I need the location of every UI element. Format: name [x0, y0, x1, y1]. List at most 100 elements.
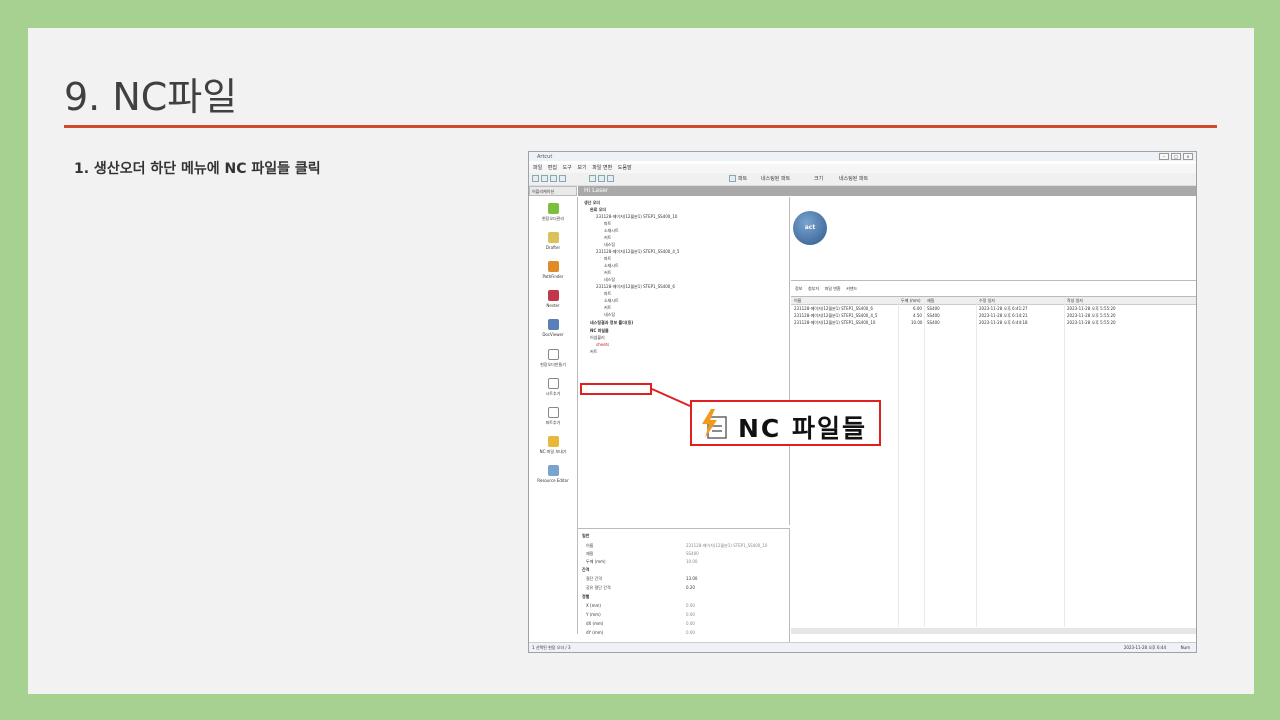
nav-label: Nester [546, 303, 560, 308]
nav-label: 현장오더만들기 [540, 362, 566, 367]
nc-files-callout: NC 파일들 [690, 400, 881, 446]
maximize-button[interactable]: □ [1171, 153, 1181, 160]
menu-view[interactable]: 보기 [577, 165, 586, 171]
drafter-icon [547, 232, 559, 243]
cell-created: 2023-11-28 오후 5:55:20 [1067, 306, 1116, 311]
status-bar: 1 선택된 현장 오더 / 3 2023-11-28 오후 6:44 Num [529, 642, 1196, 652]
property-grid: 일반 이름 231128-메이저(12월분1) STEP1_SS400_10 재질… [578, 528, 790, 645]
toolbar-nested2-label[interactable]: 네스팅된 파트 [839, 175, 868, 182]
col-thickness[interactable]: 두께 (mm) [901, 298, 921, 304]
prop-section: 간격 [582, 567, 590, 572]
prop-key: dY (mm) [586, 630, 604, 635]
cell-modified: 2023-11-28 오후 6:41:27 [979, 306, 1028, 311]
tree-item[interactable]: 231128-메이저(12월분1) STEP1_SS400_10 [596, 214, 677, 220]
print-icon[interactable] [559, 175, 566, 182]
menu-file[interactable]: 파일 [533, 165, 542, 171]
tree-item[interactable]: 네스팅 [604, 312, 615, 318]
tree-item[interactable]: 파트 [604, 256, 611, 262]
tree-item[interactable]: 커트 [604, 235, 611, 241]
menu-convert[interactable]: 파일 변환 [592, 165, 612, 171]
cell-created: 2023-11-28 오후 5:55:20 [1067, 313, 1116, 318]
tab-command[interactable]: 커맨드 [846, 286, 857, 291]
nav-label: NC 파일 보내기 [539, 449, 567, 454]
cell-modified: 2023-11-28 오후 6:14:21 [979, 313, 1028, 318]
tab-attach[interactable]: 첨부자 [808, 286, 819, 291]
minimize-button[interactable]: – [1159, 153, 1169, 160]
tree-item[interactable]: 생산 오더 [584, 200, 600, 206]
nav-label: Resource Editor [537, 478, 569, 483]
nav-label: PathFinder [542, 274, 564, 279]
tree-item[interactable]: 커트 [604, 305, 611, 311]
tree-item[interactable]: 네스팅결과 정보 폴더(등) [590, 320, 633, 326]
tree-item[interactable]: 커트 [604, 270, 611, 276]
nc-files-highlight-box [580, 383, 652, 395]
grid-icon[interactable] [598, 175, 605, 182]
prop-row: 절단 간격 13.00 [582, 576, 789, 584]
cell-material: SS400 [927, 313, 940, 318]
table-row[interactable]: 231128-메이저(12월분1) STEP1_SS400_6 6.00 SS4… [791, 306, 1196, 312]
document-icon [547, 378, 559, 389]
table-row[interactable]: 231128-메이저(12월분1) STEP1_SS400_4_5 4.50 S… [791, 313, 1196, 319]
tree-item[interactable]: 파트 [604, 291, 611, 297]
layout-icon[interactable] [589, 175, 596, 182]
tree-item[interactable]: 파트 [604, 221, 611, 227]
nav-pathfinder[interactable]: PathFinder [529, 261, 577, 279]
col-material[interactable]: 재질 [927, 298, 934, 304]
nav-header-label: 어플리케이션 [532, 189, 555, 194]
menu-tools[interactable]: 도구 [563, 165, 572, 171]
docviewer-icon [547, 319, 559, 330]
menu-help[interactable]: 도움말 [618, 165, 632, 171]
nav-nester[interactable]: Nester [529, 290, 577, 308]
toolbar: 파트 네스팅된 파트 크기 네스팅된 파트 [529, 173, 1196, 186]
table-icon[interactable] [607, 175, 614, 182]
slide: 9. NC파일 1. 생산오더 하단 메뉴에 NC 파일들 클릭 Artcut … [28, 28, 1254, 694]
nav-order-manager[interactable]: 현장오더관리 [529, 203, 577, 222]
new-icon[interactable] [532, 175, 539, 182]
close-button[interactable]: × [1183, 153, 1193, 160]
tree-item[interactable]: 소재시트 [604, 228, 619, 234]
tree-item[interactable]: 어셈블리 [590, 335, 605, 341]
tree-item-nc-files[interactable]: NC 파일들 [590, 328, 609, 334]
nav-label: 현장오더관리 [541, 216, 565, 221]
col-name[interactable]: 이름 [794, 298, 801, 304]
tree-item[interactable]: 네스팅 [604, 277, 615, 283]
nav-label: 시트추가 [545, 391, 561, 396]
tab-info[interactable]: 정보 [795, 286, 802, 291]
nav-resource-editor[interactable]: Resource Editor [529, 465, 577, 483]
nav-create-order[interactable]: 현장오더만들기 [529, 349, 577, 368]
toolbar-size-label[interactable]: 크기 [814, 175, 823, 182]
tree-item[interactable]: 231128-메이저(12월분1) STEP1_SS400_6 [596, 284, 675, 290]
toolbar-part-label[interactable]: 파트 [738, 175, 747, 182]
col-modified[interactable]: 수정 일자 [979, 298, 995, 304]
nav-docviewer[interactable]: DocViewer [529, 319, 577, 337]
tree-item[interactable]: 소재시트 [604, 263, 619, 269]
tree-item[interactable]: 완료 오더 [590, 207, 606, 213]
nav-send-nc[interactable]: NC 파일 보내기 [529, 436, 577, 455]
tree-item[interactable]: 커트 [590, 349, 597, 355]
toolbar-nested-label[interactable]: 네스팅된 파트 [761, 175, 790, 182]
col-created[interactable]: 작성 일자 [1067, 298, 1083, 304]
tree-item[interactable]: 네스팅 [604, 242, 615, 248]
part-icon[interactable] [729, 175, 736, 182]
tab-convert[interactable]: 파일 변환 [825, 286, 841, 291]
window-title: Artcut [537, 154, 553, 160]
cell-modified: 2023-11-28 오후 6:44:18 [979, 320, 1028, 325]
tree-item[interactable]: 소재시트 [604, 298, 619, 304]
table-row[interactable]: 231128-메이저(12월분1) STEP1_SS400_10 10.00 S… [791, 320, 1196, 326]
menu-edit[interactable]: 편집 [548, 165, 557, 171]
cell-name: 231128-메이저(12월분1) STEP1_SS400_6 [794, 306, 873, 311]
prop-value: 0.00 [686, 621, 695, 626]
nav-drafter[interactable]: Drafter [529, 232, 577, 250]
horizontal-scrollbar[interactable] [791, 628, 1196, 634]
tree-item[interactable]: sheets [596, 342, 609, 347]
prop-key: Y (mm) [586, 612, 601, 617]
detail-tabs: 정보 첨부자 파일 변환 커맨드 [791, 284, 1196, 294]
nav-add-part[interactable]: 파트추가 [529, 407, 577, 426]
open-icon[interactable] [541, 175, 548, 182]
tree-item[interactable]: 231128-메이저(12월분1) STEP1_SS400_4_5 [596, 249, 679, 255]
menu-bar: 파일 편집 도구 보기 파일 변환 도움말 [529, 164, 1196, 173]
nav-label: DocViewer [542, 332, 564, 337]
nav-add-sheet[interactable]: 시트추가 [529, 378, 577, 397]
save-icon[interactable] [550, 175, 557, 182]
step-instruction: 1. 생산오더 하단 메뉴에 NC 파일들 클릭 [74, 161, 321, 177]
